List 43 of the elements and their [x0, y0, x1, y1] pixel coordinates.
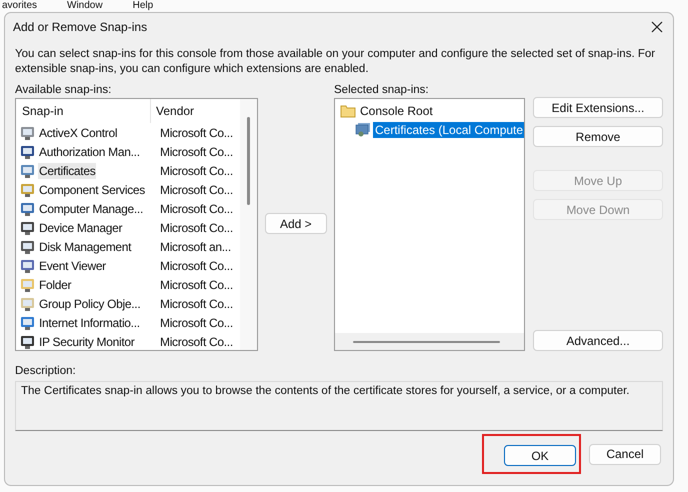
description-label: Description: [15, 365, 77, 378]
dialog-button[interactable]: Cancel [589, 444, 661, 464]
add-button[interactable]: Add > [264, 213, 327, 234]
description-text: The Certificates snap-in allows you to browse the contents of the certificate stores for yourself, a service, or a computer. [15, 381, 663, 431]
tree-item[interactable]: Certificates (Local Compute [373, 122, 524, 138]
vendor-cell-text: Microsoft Co... [159, 296, 233, 310]
snap-in-name[interactable]: Computer Manage... [38, 200, 144, 216]
snap-in-name[interactable]: Device Manager [38, 220, 124, 236]
vendor-cell-text: Microsoft Co... [159, 278, 233, 292]
menu-item[interactable]: avorites [2, 0, 38, 12]
selected-label: Selected snap-ins: [334, 84, 430, 97]
snap-in-name[interactable]: Component Services [38, 182, 146, 198]
vendor-cell-text: Microsoft Co... [159, 126, 233, 140]
vendor-cell-text: Microsoft Co... [159, 334, 233, 348]
side-button[interactable]: Edit Extensions... [533, 97, 663, 118]
window-title: Add or Remove Snap-ins [13, 20, 148, 34]
vendor-cell-text: Microsoft Co... [159, 164, 233, 178]
vendor-cell-text: Microsoft Co... [159, 144, 233, 158]
side-button[interactable]: Remove [533, 126, 663, 147]
dialog-button[interactable]: OK [504, 445, 576, 466]
snap-in-name[interactable]: Certificates [38, 162, 96, 178]
snap-in-name[interactable]: Group Policy Obje... [38, 296, 142, 312]
snap-in-name[interactable]: Disk Management [38, 238, 132, 254]
available-label: Available snap-ins: [15, 84, 112, 97]
snap-in-name[interactable]: Authorization Man... [38, 144, 141, 160]
vendor-cell-text: Microsoft Co... [159, 182, 233, 196]
vendor-cell-text: Microsoft an... [159, 240, 231, 254]
intro-text: You can select snap-ins for this console from those available on your computer and configure the selected set of snap-ins. For extensible snap-ins, you can configure which extensions are enabled. [15, 47, 656, 77]
vendor-cell-text: Microsoft Co... [159, 202, 233, 216]
column-header[interactable]: Vendor [151, 104, 194, 118]
snap-in-name[interactable]: Event Viewer [38, 258, 107, 274]
tree-item[interactable]: Console Root [358, 102, 435, 118]
vendor-cell-text: Microsoft Co... [159, 220, 233, 234]
snap-in-name[interactable]: Folder [38, 276, 72, 292]
menu-item[interactable]: Window [67, 0, 103, 12]
side-button[interactable]: Advanced... [533, 330, 663, 351]
snap-in-name[interactable]: Internet Informatio... [38, 314, 141, 330]
snap-in-name[interactable]: ActiveX Control [38, 124, 118, 140]
menu-item[interactable]: Help [132, 0, 154, 12]
snap-in-name[interactable]: IP Security Monitor [38, 334, 136, 350]
vendor-cell-text: Microsoft Co... [159, 258, 233, 272]
column-header[interactable]: Snap-in [16, 99, 151, 123]
vendor-cell-text: Microsoft Co... [159, 316, 233, 330]
